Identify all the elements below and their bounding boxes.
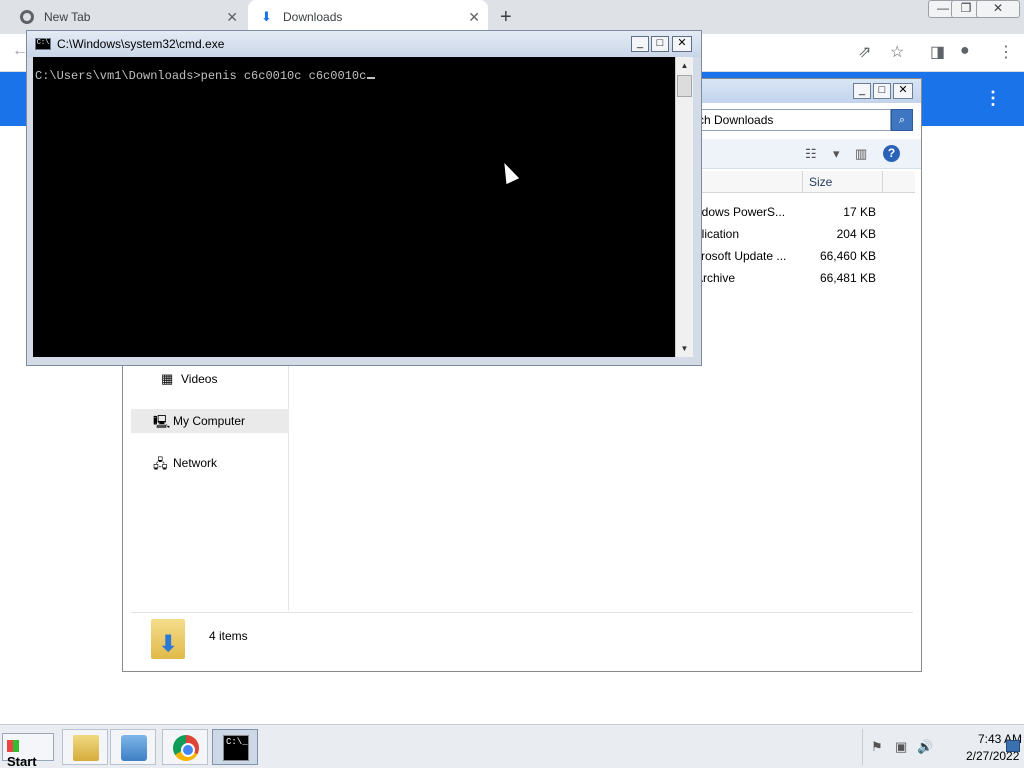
start-label: Start (7, 754, 37, 769)
tab-close-icon[interactable]: ✕ (468, 9, 480, 26)
browser-close-button[interactable]: ✕ (976, 0, 1020, 18)
explorer-close-button[interactable]: ✕ (893, 83, 913, 99)
scroll-down-icon[interactable]: ▼ (676, 340, 693, 357)
column-header: pe Size (683, 171, 915, 193)
column-size[interactable]: Size (803, 171, 883, 193)
sidebar-icon[interactable]: ◨ (930, 42, 945, 62)
tab-downloads[interactable]: ⬇ Downloads ✕ (248, 0, 488, 34)
chevron-down-icon[interactable]: ▾ (833, 146, 840, 162)
profile-icon[interactable]: ● (960, 42, 970, 60)
file-row[interactable]: Archive 66,481 KB (695, 267, 880, 289)
file-size: 204 KB (836, 227, 876, 241)
taskbar-explorer-button[interactable] (62, 729, 108, 765)
cmd-console[interactable]: C:\Users\vm1\Downloads>penis c6c0010c c6… (33, 57, 675, 357)
kebab-icon[interactable]: ⋮ (998, 42, 1014, 62)
preview-pane-icon[interactable]: ▥ (855, 146, 867, 162)
down-arrow-icon: ⬇ (159, 631, 178, 656)
star-icon[interactable]: ☆ (890, 42, 904, 62)
chrome-icon (173, 735, 199, 761)
taskbar-chrome-button[interactable] (162, 729, 208, 765)
film-icon: ▦ (161, 371, 174, 386)
help-icon[interactable]: ? (883, 145, 900, 162)
file-size: 66,481 KB (819, 271, 876, 285)
nav-item-my-computer[interactable]: 🖳 My Computer (131, 409, 289, 433)
taskbar: Start C:\_ ⚑ ▣ 🔊 (0, 724, 1024, 769)
search-icon[interactable]: ⌕ (891, 109, 913, 131)
explorer-minimize-button[interactable]: _ (853, 83, 871, 99)
tab-close-icon[interactable]: ✕ (226, 9, 238, 26)
cmd-icon: C:\ (35, 38, 51, 50)
file-row[interactable]: plication 204 KB (695, 223, 880, 245)
status-bar: ⬇ 4 items (131, 612, 913, 664)
cmd-scrollbar[interactable]: ▲ ▼ (675, 57, 693, 357)
action-center-icon[interactable]: ⚑ (871, 739, 883, 755)
search-input[interactable]: ch Downloads (693, 109, 891, 131)
nav-label: My Computer (173, 414, 246, 428)
chrome-icon (20, 10, 34, 24)
network-tray-icon[interactable]: ▣ (895, 739, 907, 755)
cmd-line: C:\Users\vm1\Downloads>penis c6c0010c c6… (35, 69, 376, 83)
tab-label: New Tab (44, 10, 91, 24)
new-tab-button[interactable]: + (500, 6, 512, 29)
nav-label: Network (173, 456, 218, 470)
taskbar-media-player-button[interactable] (110, 729, 156, 765)
cmd-titlebar[interactable]: C:\ C:\Windows\system32\cmd.exe (27, 31, 701, 57)
scroll-up-icon[interactable]: ▲ (676, 57, 693, 74)
volume-icon[interactable]: 🔊 (917, 739, 933, 755)
taskbar-cmd-button[interactable]: C:\_ (212, 729, 258, 765)
cmd-close-button[interactable]: ✕ (672, 36, 692, 52)
item-count: 4 items (209, 629, 248, 643)
media-player-icon (121, 735, 147, 761)
nav-item-network[interactable]: 🖧 Network (131, 451, 289, 475)
views-icon[interactable]: ☷ (805, 146, 817, 162)
file-row[interactable]: ndows PowerS... 17 KB (695, 201, 880, 223)
cmd-title: C:\Windows\system32\cmd.exe (57, 37, 225, 51)
show-desktop-icon[interactable] (1006, 740, 1020, 752)
cmd-minimize-button[interactable]: _ (631, 36, 649, 52)
cmd-input[interactable]: penis c6c0010c c6c0010c (201, 69, 367, 83)
start-button[interactable]: Start (2, 733, 54, 769)
file-type: ndows PowerS... (695, 205, 786, 219)
file-row[interactable]: crosoft Update ... 66,460 KB (695, 245, 880, 267)
navigation-pane: ▦ Videos 🖳 My Computer 🖧 Network (131, 359, 289, 611)
cmd-icon: C:\_ (223, 735, 249, 761)
cmd-prompt: C:\Users\vm1\Downloads> (35, 69, 201, 83)
tab-new-tab[interactable]: New Tab ✕ (0, 0, 246, 34)
nav-item-videos[interactable]: ▦ Videos (131, 367, 289, 391)
nav-label: Videos (181, 372, 218, 386)
network-icon: 🖧 (153, 456, 168, 471)
windows-flag-icon (7, 740, 19, 752)
folder-icon (73, 735, 99, 761)
tab-label: Downloads (283, 10, 343, 24)
explorer-maximize-button[interactable]: □ (873, 83, 891, 99)
scroll-thumb[interactable] (677, 75, 692, 97)
file-type: crosoft Update ... (695, 249, 787, 263)
share-icon[interactable]: ⇗ (858, 42, 871, 62)
download-icon: ⬇ (261, 9, 272, 24)
text-cursor (367, 77, 376, 79)
tab-strip: New Tab ✕ ⬇ Downloads ✕ + — ❐ ✕ (0, 0, 1024, 34)
cmd-window: C:\ C:\Windows\system32\cmd.exe _ □ ✕ C:… (26, 30, 702, 366)
downloads-menu-icon[interactable]: ⋮ (984, 88, 1002, 109)
computer-icon: 🖳 (153, 414, 171, 429)
file-size: 66,460 KB (819, 249, 876, 263)
file-size: 17 KB (843, 205, 876, 219)
cmd-maximize-button[interactable]: □ (651, 36, 669, 52)
